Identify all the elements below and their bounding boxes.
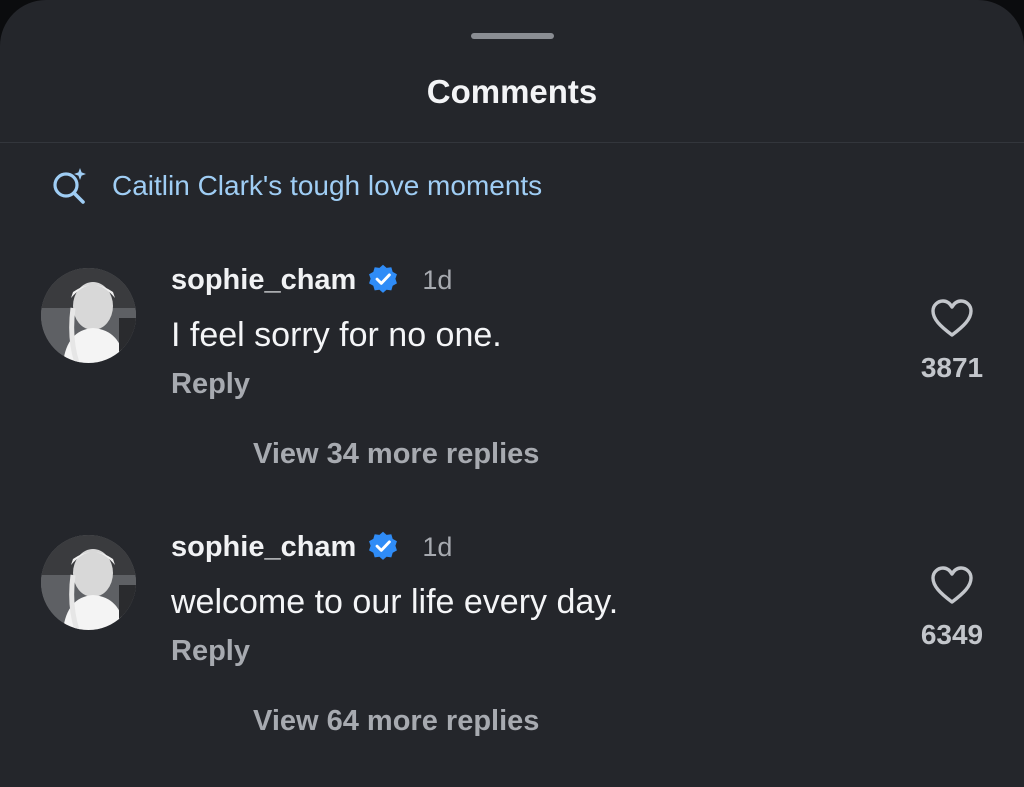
comment-text: I feel sorry for no one.	[171, 316, 502, 354]
heart-icon[interactable]	[930, 565, 974, 605]
username[interactable]: sophie_cham	[171, 264, 356, 297]
search-suggestion-text: Caitlin Clark's tough love moments	[112, 170, 543, 201]
comment-text: welcome to our life every day.	[171, 583, 619, 621]
verified-badge-icon	[369, 264, 398, 293]
comment-item: sophie_cham 1d I feel sorry for no one. …	[0, 264, 1024, 488]
comments-sheet: Comments Caitlin Clark's tough love mome…	[0, 0, 1024, 787]
drag-handle[interactable]	[471, 33, 554, 39]
comment-timestamp: 1d	[422, 531, 453, 562]
header-divider	[0, 142, 1024, 143]
avatar[interactable]	[41, 268, 136, 363]
like-group: 3871	[900, 298, 1004, 384]
avatar[interactable]	[41, 535, 136, 630]
like-count: 3871	[920, 352, 984, 383]
sheet-title: Comments	[426, 73, 598, 110]
verified-badge-icon	[369, 531, 398, 560]
reply-button[interactable]: Reply	[171, 635, 250, 668]
username[interactable]: sophie_cham	[171, 531, 356, 564]
view-more-replies-button[interactable]: View 64 more replies	[253, 705, 539, 738]
like-count: 6349	[920, 619, 984, 650]
comment-timestamp: 1d	[422, 264, 453, 295]
heart-icon[interactable]	[930, 298, 974, 338]
comment-header: sophie_cham 1d	[171, 527, 452, 567]
search-sparkle-icon	[50, 166, 90, 206]
reply-button[interactable]: Reply	[171, 368, 250, 401]
search-suggestion-link[interactable]: Caitlin Clark's tough love moments	[50, 162, 542, 210]
view-more-replies-button[interactable]: View 34 more replies	[253, 438, 539, 471]
comment-header: sophie_cham 1d	[171, 260, 452, 300]
like-group: 6349	[900, 565, 1004, 651]
comment-item: sophie_cham 1d welcome to our life every…	[0, 531, 1024, 755]
